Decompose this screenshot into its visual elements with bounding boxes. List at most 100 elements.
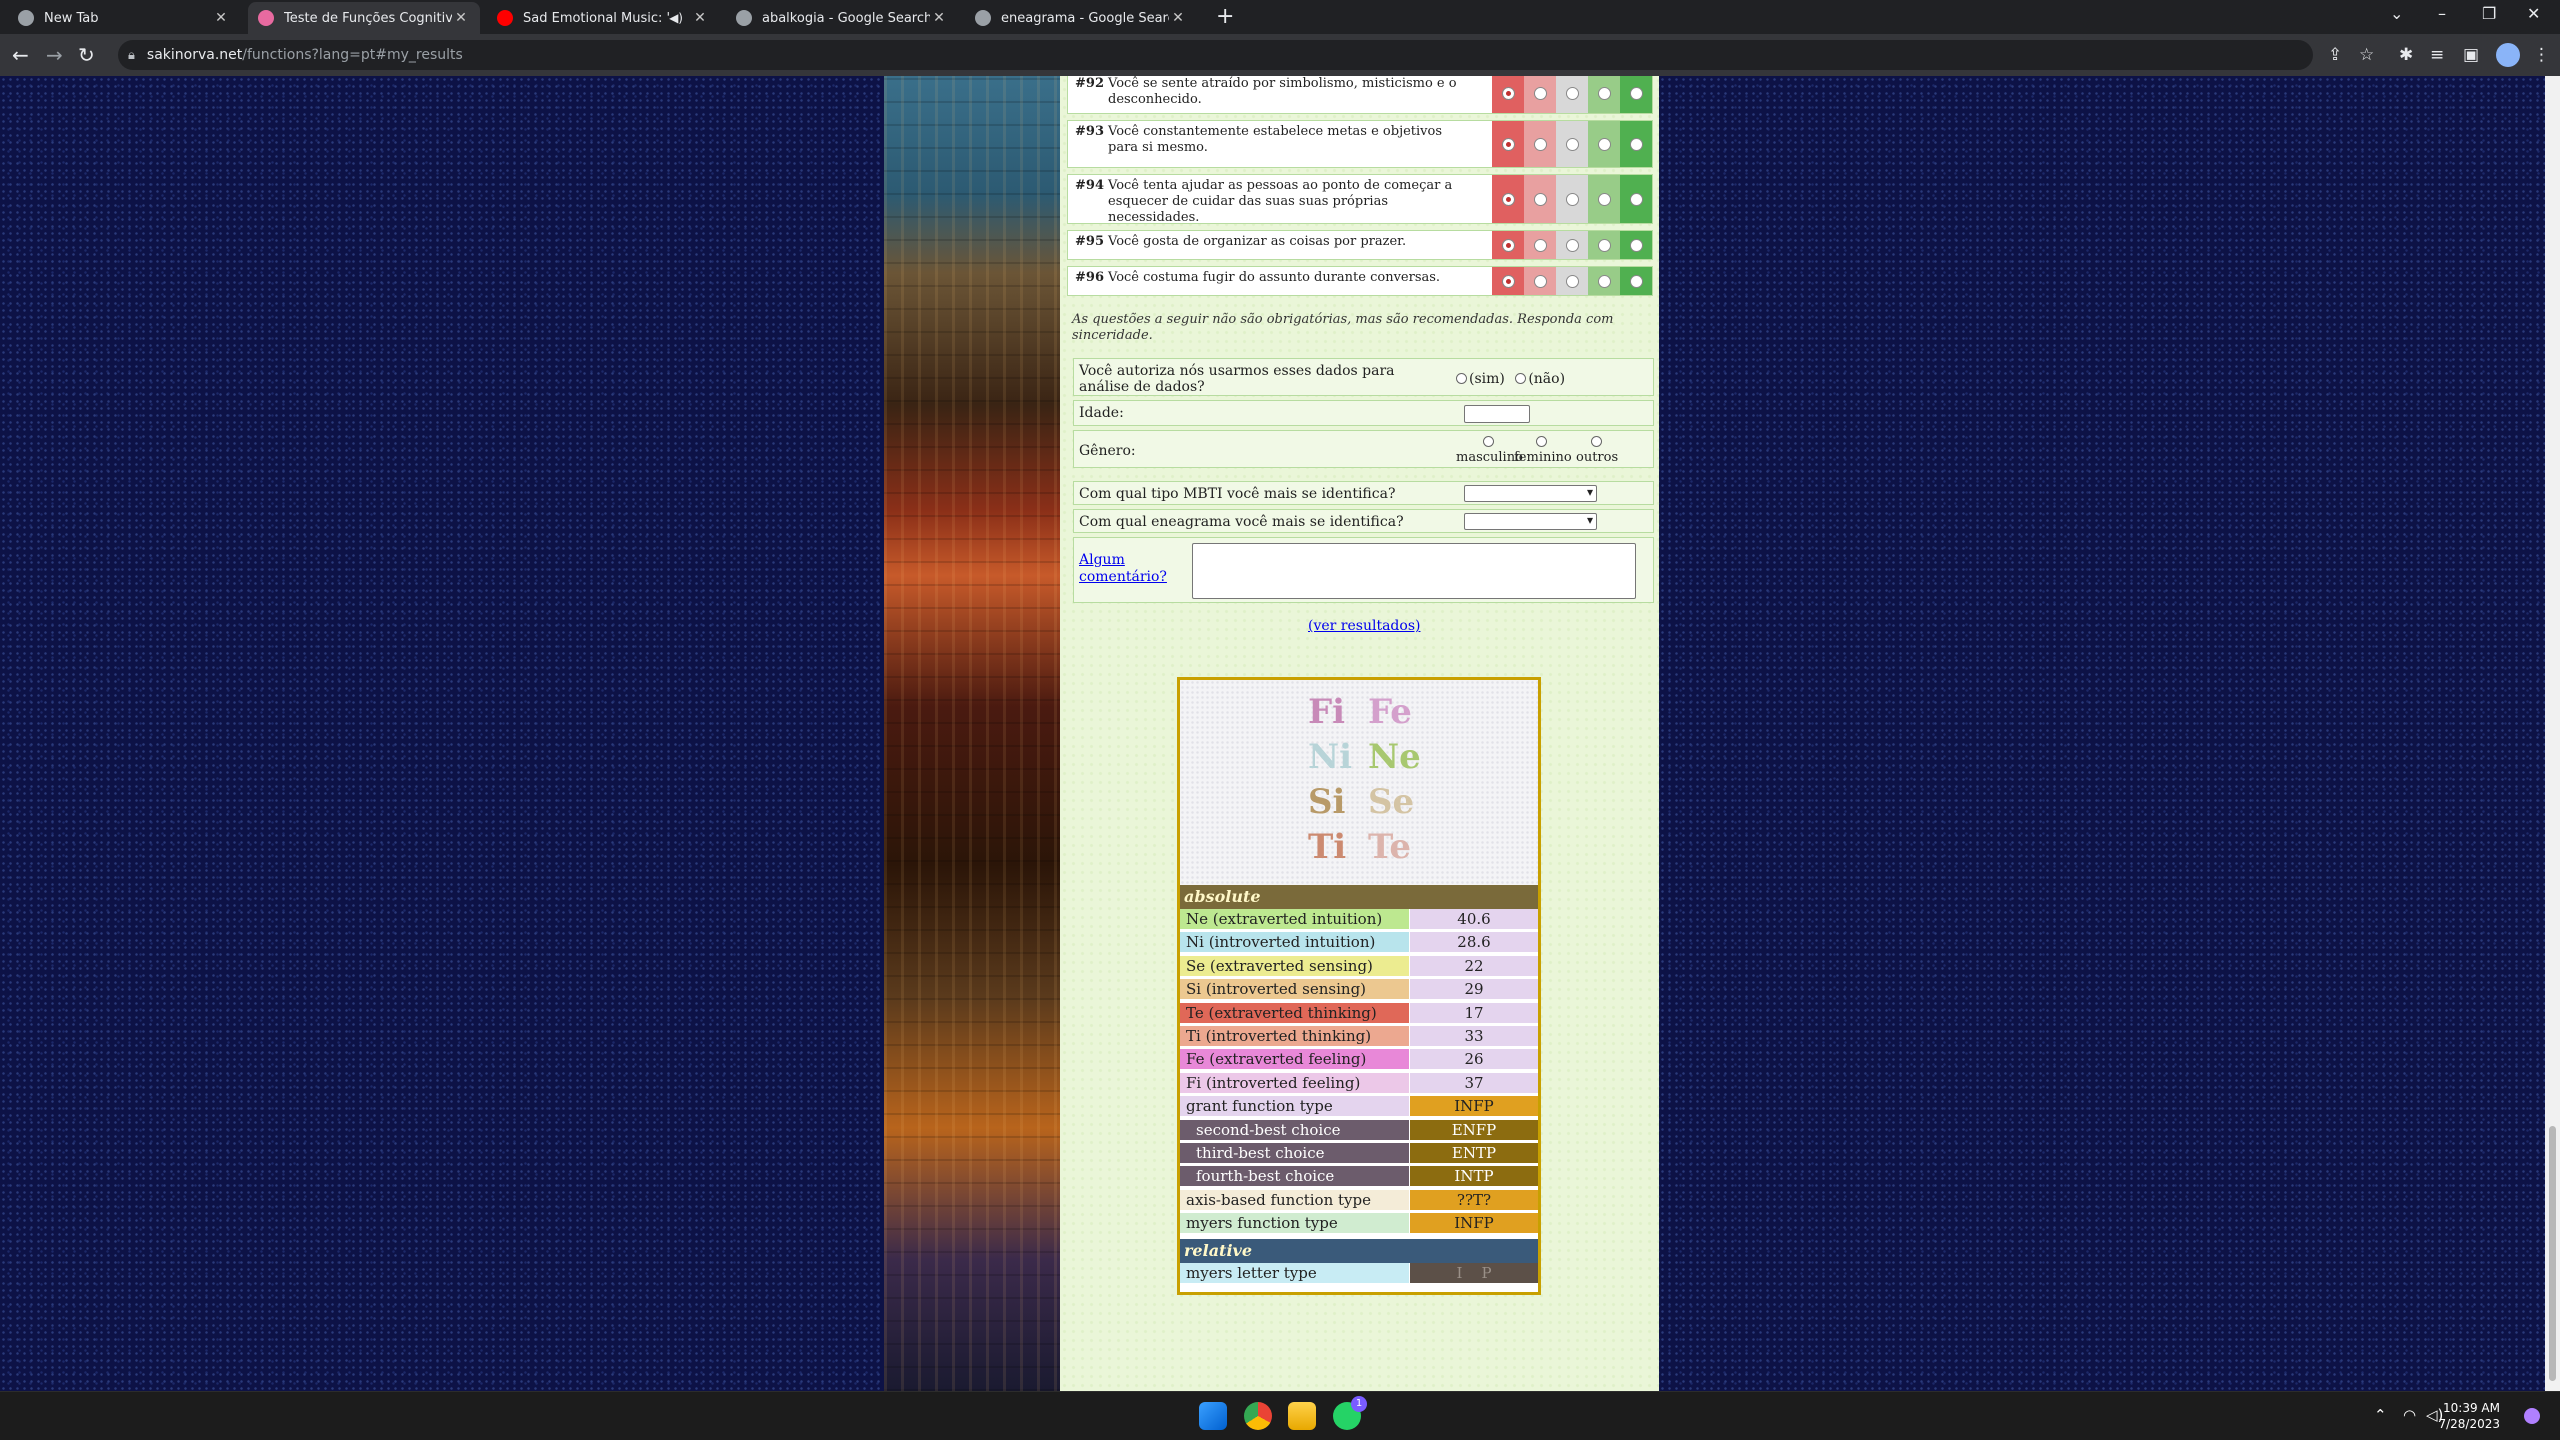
answer-cell[interactable] bbox=[1620, 267, 1652, 295]
answer-cell[interactable] bbox=[1492, 267, 1524, 295]
answer-cell[interactable] bbox=[1524, 267, 1556, 295]
forward-icon[interactable]: → bbox=[46, 43, 63, 67]
answer-cell[interactable] bbox=[1588, 76, 1620, 113]
answer-cell[interactable] bbox=[1620, 175, 1652, 223]
restore-button[interactable]: ❐ bbox=[2482, 4, 2496, 23]
answer-cell[interactable] bbox=[1524, 76, 1556, 113]
answer-cell[interactable] bbox=[1492, 121, 1524, 167]
back-icon[interactable]: ← bbox=[12, 43, 29, 67]
answer-radio[interactable] bbox=[1565, 86, 1579, 100]
answer-radio[interactable] bbox=[1501, 86, 1515, 100]
answer-radio[interactable] bbox=[1565, 137, 1579, 151]
answer-cell[interactable] bbox=[1588, 121, 1620, 167]
answer-cell[interactable] bbox=[1524, 175, 1556, 223]
gender-option[interactable]: feminino bbox=[1514, 435, 1572, 465]
start-menu-icon[interactable] bbox=[1199, 1402, 1227, 1430]
browser-tab[interactable]: Teste de Funções Cognitivas - Sa✕ bbox=[248, 2, 480, 34]
answer-radio[interactable] bbox=[1597, 274, 1611, 288]
gender-option[interactable]: masculino bbox=[1456, 435, 1523, 465]
answer-radio[interactable] bbox=[1501, 238, 1515, 252]
close-window-button[interactable]: ✕ bbox=[2527, 4, 2540, 23]
profile-avatar[interactable] bbox=[2496, 43, 2520, 67]
wifi-icon[interactable]: ◠ bbox=[2403, 1406, 2416, 1424]
browser-tab[interactable]: New Tab ✕ bbox=[8, 2, 240, 34]
browser-tab[interactable]: abalkogia - Google Search ✕ bbox=[726, 2, 958, 34]
notification-icon[interactable] bbox=[2524, 1408, 2540, 1424]
answer-radio[interactable] bbox=[1597, 192, 1611, 206]
consent-yes-radio[interactable] bbox=[1456, 373, 1467, 384]
gender-radio[interactable] bbox=[1482, 436, 1494, 447]
answer-cell[interactable] bbox=[1620, 231, 1652, 259]
answer-radio[interactable] bbox=[1597, 238, 1611, 252]
answer-radio[interactable] bbox=[1629, 86, 1643, 100]
media-control-icon[interactable]: ≡ bbox=[2430, 45, 2444, 65]
answer-radio[interactable] bbox=[1629, 274, 1643, 288]
new-tab-button[interactable]: + bbox=[1216, 4, 1234, 29]
answer-cell[interactable] bbox=[1556, 76, 1588, 113]
reload-icon[interactable]: ↻ bbox=[78, 43, 95, 67]
answer-cell[interactable] bbox=[1492, 175, 1524, 223]
chrome-app-icon[interactable] bbox=[1244, 1402, 1272, 1430]
side-panel-icon[interactable]: ▣ bbox=[2463, 45, 2479, 65]
comment-textarea[interactable] bbox=[1192, 543, 1636, 599]
menu-icon[interactable]: ⋮ bbox=[2533, 45, 2550, 65]
gender-radio[interactable] bbox=[1536, 436, 1548, 447]
answer-radio[interactable] bbox=[1629, 238, 1643, 252]
answer-cell[interactable] bbox=[1556, 175, 1588, 223]
address-bar[interactable]: 🔒︎ sakinorva.net/functions?lang=pt#my_re… bbox=[118, 40, 2313, 70]
answer-cell[interactable] bbox=[1492, 231, 1524, 259]
answer-cell[interactable] bbox=[1588, 267, 1620, 295]
age-input[interactable] bbox=[1464, 405, 1530, 423]
close-tab-icon[interactable]: ✕ bbox=[212, 10, 230, 26]
comment-link[interactable]: Algum comentário? bbox=[1079, 552, 1169, 586]
answer-cell[interactable] bbox=[1492, 76, 1524, 113]
answer-cell[interactable] bbox=[1556, 267, 1588, 295]
extensions-icon[interactable]: ✱ bbox=[2399, 45, 2413, 65]
answer-radio[interactable] bbox=[1533, 274, 1547, 288]
view-results-link[interactable]: (ver resultados) bbox=[1308, 618, 1420, 634]
clock[interactable]: 10:39 AM 7/28/2023 bbox=[2438, 1400, 2500, 1432]
share-icon[interactable]: ⇪ bbox=[2328, 45, 2342, 65]
answer-radio[interactable] bbox=[1533, 238, 1547, 252]
enneagram-select[interactable] bbox=[1464, 513, 1597, 530]
answer-cell[interactable] bbox=[1524, 121, 1556, 167]
tab-search-icon[interactable]: ⌄ bbox=[2390, 4, 2403, 23]
consent-no-radio[interactable] bbox=[1515, 373, 1527, 384]
answer-cell[interactable] bbox=[1620, 76, 1652, 113]
gender-option[interactable]: outros bbox=[1576, 435, 1618, 465]
answer-radio[interactable] bbox=[1501, 137, 1515, 151]
answer-cell[interactable] bbox=[1588, 231, 1620, 259]
answer-radio[interactable] bbox=[1629, 137, 1643, 151]
answer-radio[interactable] bbox=[1533, 137, 1547, 151]
gender-radio[interactable] bbox=[1590, 436, 1602, 447]
minimize-button[interactable]: – bbox=[2438, 4, 2446, 23]
bookmark-star-icon[interactable]: ☆ bbox=[2359, 45, 2374, 65]
answer-radio[interactable] bbox=[1501, 274, 1515, 288]
file-explorer-icon[interactable] bbox=[1288, 1402, 1316, 1430]
answer-cell[interactable] bbox=[1588, 175, 1620, 223]
answer-radio[interactable] bbox=[1629, 192, 1643, 206]
close-tab-icon[interactable]: ✕ bbox=[930, 10, 948, 26]
answer-radio[interactable] bbox=[1565, 192, 1579, 206]
audio-playing-icon[interactable]: ◀) bbox=[669, 11, 683, 25]
close-tab-icon[interactable]: ✕ bbox=[452, 10, 470, 26]
answer-radio[interactable] bbox=[1533, 86, 1547, 100]
answer-radio[interactable] bbox=[1533, 192, 1547, 206]
answer-cell[interactable] bbox=[1556, 121, 1588, 167]
browser-tab[interactable]: Sad Emotional Music: "Krone◀) ✕ bbox=[487, 2, 719, 34]
answer-cell[interactable] bbox=[1524, 231, 1556, 259]
answer-radio[interactable] bbox=[1565, 238, 1579, 252]
browser-tab[interactable]: eneagrama - Google Search ✕ bbox=[965, 2, 1197, 34]
whatsapp-icon[interactable]: 1 bbox=[1333, 1396, 1367, 1430]
show-hidden-icons-icon[interactable]: ⌃ bbox=[2374, 1406, 2387, 1424]
answer-cell[interactable] bbox=[1620, 121, 1652, 167]
answer-radio[interactable] bbox=[1597, 86, 1611, 100]
mbti-select[interactable] bbox=[1464, 485, 1597, 502]
answer-cell[interactable] bbox=[1556, 231, 1588, 259]
answer-radio[interactable] bbox=[1597, 137, 1611, 151]
answer-radio[interactable] bbox=[1501, 192, 1515, 206]
scrollbar-thumb[interactable] bbox=[2549, 1126, 2556, 1381]
close-tab-icon[interactable]: ✕ bbox=[1169, 10, 1187, 26]
close-tab-icon[interactable]: ✕ bbox=[691, 10, 709, 26]
answer-radio[interactable] bbox=[1565, 274, 1579, 288]
